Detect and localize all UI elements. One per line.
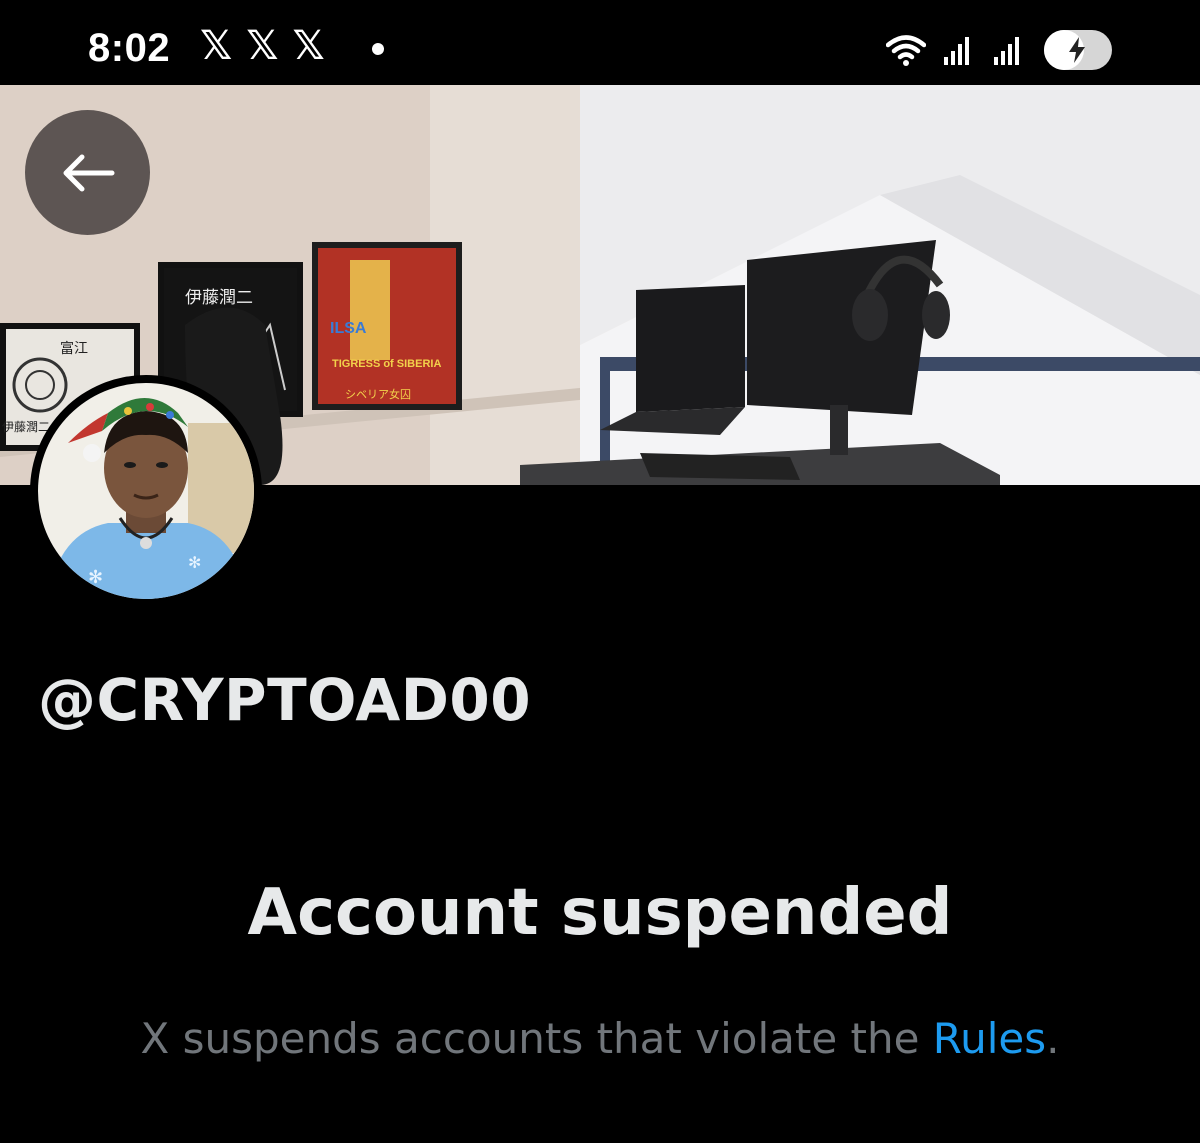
notification-dot: [372, 43, 384, 55]
x-app-icon: 𝕏: [246, 23, 279, 69]
wifi-icon: [886, 35, 926, 66]
profile-handle: @CRYPTOAD00: [38, 666, 532, 734]
poster-text: シベリア女囚: [345, 387, 411, 401]
back-button[interactable]: [25, 110, 150, 235]
suspended-message-text: X suspends accounts that violate the: [140, 1014, 933, 1063]
battery-charging-icon: [1044, 30, 1112, 70]
suspended-title: Account suspended: [247, 876, 953, 950]
suspended-message: X suspends accounts that violate the Rul…: [0, 1014, 1200, 1063]
profile-page: 8:02 𝕏 𝕏 𝕏 富江 伊藤潤二 伊藤潤二 ILSA TIGRESS of …: [0, 0, 1200, 1143]
poster-text: 伊藤潤二: [185, 288, 253, 307]
avatar[interactable]: ✻ ✻: [30, 375, 262, 607]
x-app-icon: 𝕏: [200, 23, 233, 69]
poster-text: 富江: [60, 340, 88, 356]
status-bar: 8:02 𝕏 𝕏 𝕏: [0, 0, 1200, 85]
signal-icon: [994, 37, 1019, 65]
status-time: 8:02: [88, 26, 171, 70]
poster-text: TIGRESS of SIBERIA: [332, 358, 441, 370]
x-app-icon: 𝕏: [292, 23, 325, 69]
poster-text: ILSA: [330, 320, 367, 337]
suspended-message-period: .: [1046, 1014, 1060, 1063]
svg-text:✻: ✻: [188, 555, 201, 572]
svg-text:✻: ✻: [88, 567, 103, 587]
arrow-left-icon: [63, 154, 114, 191]
status-indicators: [886, 30, 1112, 70]
rules-link[interactable]: Rules: [933, 1014, 1046, 1063]
signal-icon: [944, 37, 969, 65]
notification-icons: 𝕏 𝕏 𝕏: [200, 24, 325, 68]
poster-frame: ILSA TIGRESS of SIBERIA シベリア女囚: [312, 242, 462, 410]
